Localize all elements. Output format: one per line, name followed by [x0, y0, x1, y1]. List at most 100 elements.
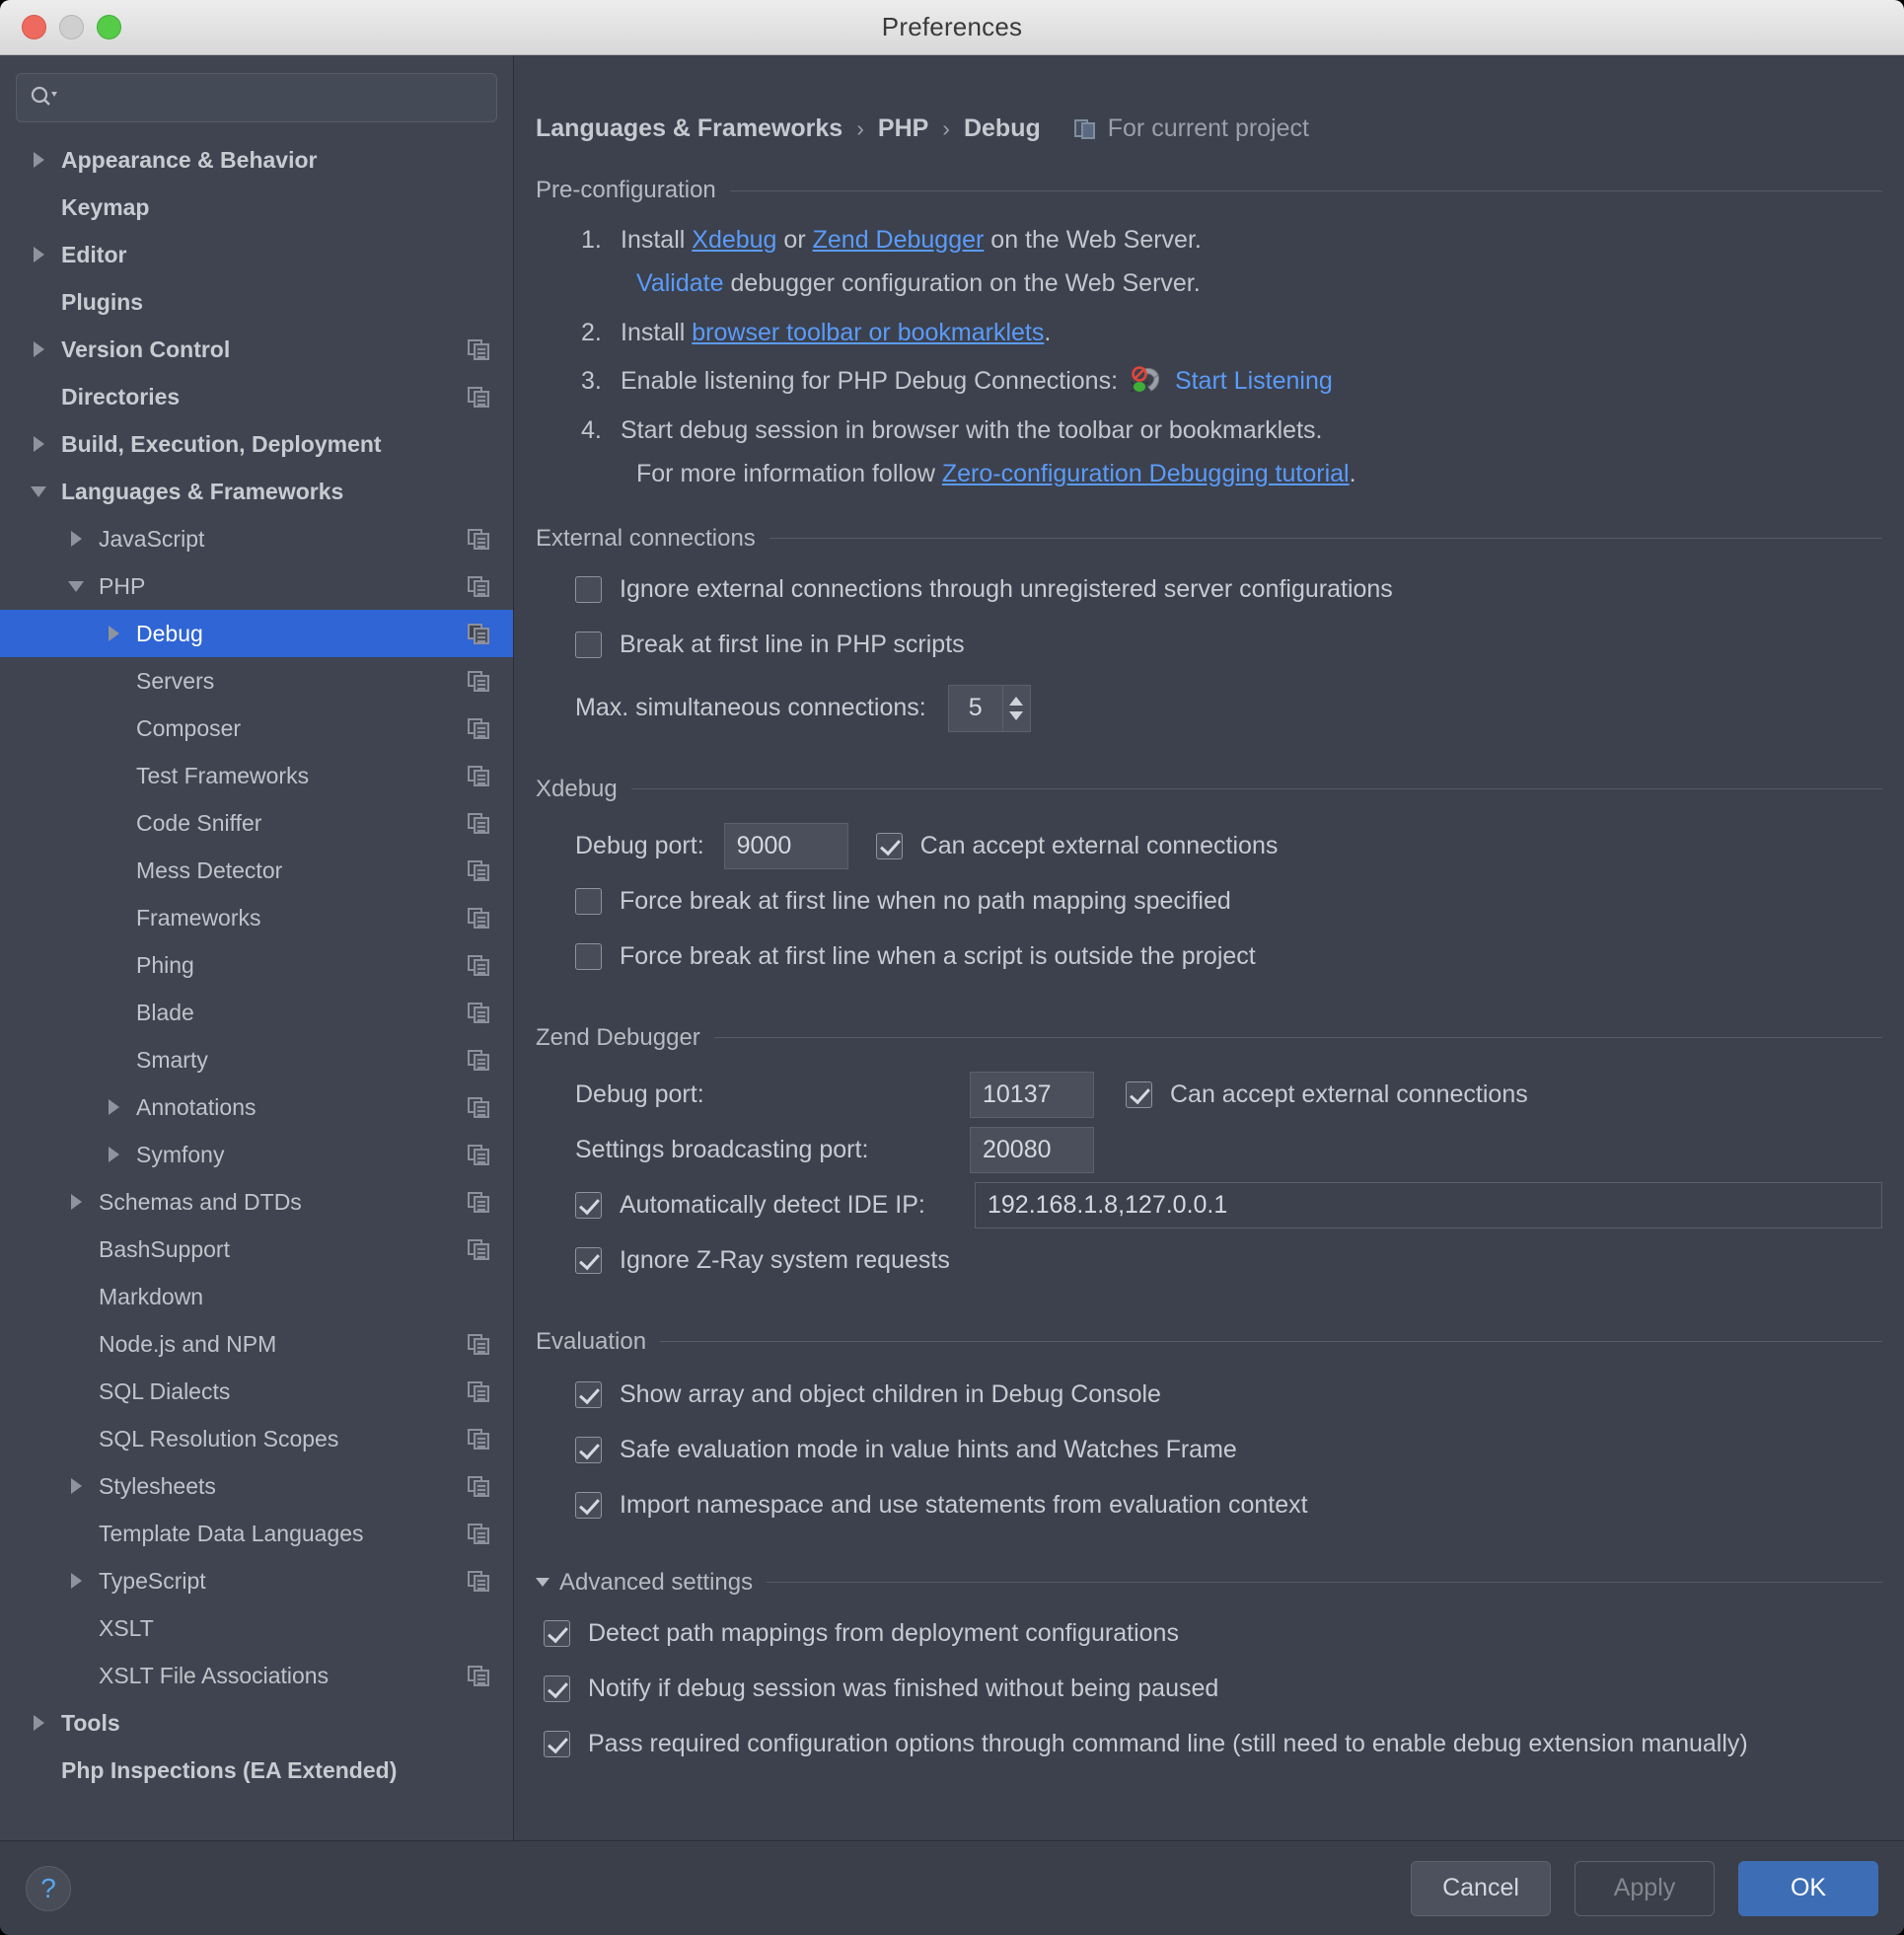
break-at-first-line-checkbox[interactable]: [575, 632, 602, 658]
sidebar-item-javascript[interactable]: JavaScript: [0, 515, 513, 562]
row-show-array-object-children[interactable]: Show array and object children in Debug …: [575, 1368, 1882, 1423]
detect-path-mappings-checkbox[interactable]: [544, 1620, 570, 1647]
group-advanced-settings[interactable]: Advanced settings: [536, 1563, 1882, 1602]
chevron-right-icon[interactable]: [105, 1144, 126, 1165]
row-import-namespace[interactable]: Import namespace and use statements from…: [575, 1478, 1882, 1533]
show-array-object-children-checkbox[interactable]: [575, 1381, 602, 1408]
stepper-down-icon[interactable]: [1009, 711, 1023, 720]
row-pass-required-config[interactable]: Pass required configuration options thro…: [544, 1717, 1882, 1772]
pass-required-config-checkbox[interactable]: [544, 1731, 570, 1757]
sidebar-item-mess-detector[interactable]: Mess Detector: [0, 847, 513, 894]
force-break-no-path-mapping-checkbox[interactable]: [575, 888, 602, 915]
zend-accept-external-checkbox[interactable]: [1126, 1081, 1152, 1108]
sidebar-item-template-data-languages[interactable]: Template Data Languages: [0, 1510, 513, 1557]
chevron-down-icon[interactable]: [30, 481, 51, 502]
sidebar-item-symfony[interactable]: Symfony: [0, 1131, 513, 1178]
row-ignore-external-connections[interactable]: Ignore external connections through unre…: [575, 562, 1882, 618]
sidebar-item-phing[interactable]: Phing: [0, 941, 513, 989]
sidebar-item-build-execution-deployment[interactable]: Build, Execution, Deployment: [0, 420, 513, 468]
max-connections-stepper[interactable]: 5: [948, 685, 1031, 732]
row-detect-path-mappings[interactable]: Detect path mappings from deployment con…: [544, 1606, 1882, 1662]
ignore-external-connections-checkbox[interactable]: [575, 576, 602, 603]
sidebar-item-typescript[interactable]: TypeScript: [0, 1557, 513, 1604]
start-listening-link[interactable]: Start Listening: [1175, 367, 1333, 395]
ok-button[interactable]: OK: [1738, 1861, 1878, 1916]
browser-toolbar-bookmarklets-link[interactable]: browser toolbar or bookmarklets: [692, 319, 1044, 346]
row-force-break-outside-project[interactable]: Force break at first line when a script …: [575, 930, 1882, 985]
import-namespace-checkbox[interactable]: [575, 1492, 602, 1519]
chevron-right-icon[interactable]: [67, 1191, 89, 1213]
sidebar-item-bashsupport[interactable]: BashSupport: [0, 1226, 513, 1273]
stepper-up-icon[interactable]: [1009, 697, 1023, 706]
safe-evaluation-mode-checkbox[interactable]: [575, 1437, 602, 1463]
sidebar-item-annotations[interactable]: Annotations: [0, 1083, 513, 1131]
sidebar-item-editor[interactable]: Editor: [0, 231, 513, 278]
sidebar-item-node-js-and-npm[interactable]: Node.js and NPM: [0, 1320, 513, 1368]
sidebar-item-php[interactable]: PHP: [0, 562, 513, 610]
sidebar-item-directories[interactable]: Directories: [0, 373, 513, 420]
ide-ip-input[interactable]: [975, 1182, 1882, 1228]
chevron-down-icon[interactable]: [67, 575, 89, 597]
sidebar-item-xslt-file-associations[interactable]: XSLT File Associations: [0, 1652, 513, 1699]
stepper-arrows[interactable]: [1002, 686, 1030, 731]
chevron-right-icon[interactable]: [67, 1570, 89, 1592]
chevron-down-icon[interactable]: [536, 1578, 549, 1587]
zend-broadcast-port-input[interactable]: [970, 1127, 1094, 1173]
chevron-right-icon[interactable]: [105, 623, 126, 644]
notify-debug-finished-checkbox[interactable]: [544, 1675, 570, 1702]
ignore-zray-checkbox[interactable]: [575, 1247, 602, 1274]
sidebar-item-smarty[interactable]: Smarty: [0, 1036, 513, 1083]
sidebar-item-appearance-behavior[interactable]: Appearance & Behavior: [0, 136, 513, 184]
apply-button[interactable]: Apply: [1574, 1861, 1715, 1916]
sidebar-item-version-control[interactable]: Version Control: [0, 326, 513, 373]
validate-link[interactable]: Validate: [636, 269, 724, 297]
sidebar-item-languages-frameworks[interactable]: Languages & Frameworks: [0, 468, 513, 515]
chevron-right-icon[interactable]: [105, 1096, 126, 1118]
sidebar-item-debug[interactable]: Debug: [0, 610, 513, 657]
xdebug-link[interactable]: Xdebug: [692, 226, 776, 254]
row-notify-debug-finished[interactable]: Notify if debug session was finished wit…: [544, 1662, 1882, 1717]
chevron-right-icon[interactable]: [30, 1712, 51, 1734]
row-force-break-no-path-mapping[interactable]: Force break at first line when no path m…: [575, 874, 1882, 930]
zend-debug-port-input[interactable]: [970, 1072, 1094, 1118]
sidebar-item-stylesheets[interactable]: Stylesheets: [0, 1462, 513, 1510]
xdebug-accept-external-checkbox[interactable]: [876, 833, 903, 859]
sidebar-item-frameworks[interactable]: Frameworks: [0, 894, 513, 941]
sidebar-item-markdown[interactable]: Markdown: [0, 1273, 513, 1320]
sidebar-item-blade[interactable]: Blade: [0, 989, 513, 1036]
cancel-button[interactable]: Cancel: [1411, 1861, 1551, 1916]
close-window-icon[interactable]: [22, 15, 46, 39]
sidebar-item-php-inspections-ea-extended[interactable]: Php Inspections (EA Extended): [0, 1747, 513, 1794]
breadcrumb-languages-frameworks[interactable]: Languages & Frameworks: [536, 114, 842, 143]
force-break-outside-project-checkbox[interactable]: [575, 943, 602, 970]
breadcrumb-php[interactable]: PHP: [878, 114, 928, 143]
row-ignore-zray[interactable]: Ignore Z-Ray system requests: [575, 1233, 1882, 1289]
sidebar-item-code-sniffer[interactable]: Code Sniffer: [0, 799, 513, 847]
sidebar-item-tools[interactable]: Tools: [0, 1699, 513, 1747]
help-button[interactable]: ?: [26, 1866, 71, 1911]
sidebar-item-servers[interactable]: Servers: [0, 657, 513, 705]
zend-debugger-link[interactable]: Zend Debugger: [813, 226, 985, 254]
sidebar-item-sql-resolution-scopes[interactable]: SQL Resolution Scopes: [0, 1415, 513, 1462]
chevron-right-icon[interactable]: [67, 1475, 89, 1497]
sidebar-item-keymap[interactable]: Keymap: [0, 184, 513, 231]
sidebar-item-test-frameworks[interactable]: Test Frameworks: [0, 752, 513, 799]
chevron-right-icon[interactable]: [30, 338, 51, 360]
minimize-window-icon[interactable]: [59, 15, 84, 39]
sidebar-item-sql-dialects[interactable]: SQL Dialects: [0, 1368, 513, 1415]
sidebar-item-plugins[interactable]: Plugins: [0, 278, 513, 326]
xdebug-debug-port-input[interactable]: [724, 823, 848, 869]
search-box[interactable]: [16, 73, 497, 122]
zero-configuration-debugging-tutorial-link[interactable]: Zero-configuration Debugging tutorial: [942, 460, 1350, 487]
sidebar-item-xslt[interactable]: XSLT: [0, 1604, 513, 1652]
chevron-right-icon[interactable]: [30, 433, 51, 455]
chevron-right-icon[interactable]: [30, 244, 51, 265]
row-break-first-line[interactable]: Break at first line in PHP scripts: [575, 618, 1882, 673]
sidebar-item-schemas-and-dtds[interactable]: Schemas and DTDs: [0, 1178, 513, 1226]
row-safe-evaluation-mode[interactable]: Safe evaluation mode in value hints and …: [575, 1423, 1882, 1478]
auto-detect-ide-ip-checkbox[interactable]: [575, 1192, 602, 1219]
chevron-right-icon[interactable]: [67, 528, 89, 550]
search-input[interactable]: [58, 85, 484, 111]
sidebar-item-composer[interactable]: Composer: [0, 705, 513, 752]
maximize-window-icon[interactable]: [97, 15, 121, 39]
